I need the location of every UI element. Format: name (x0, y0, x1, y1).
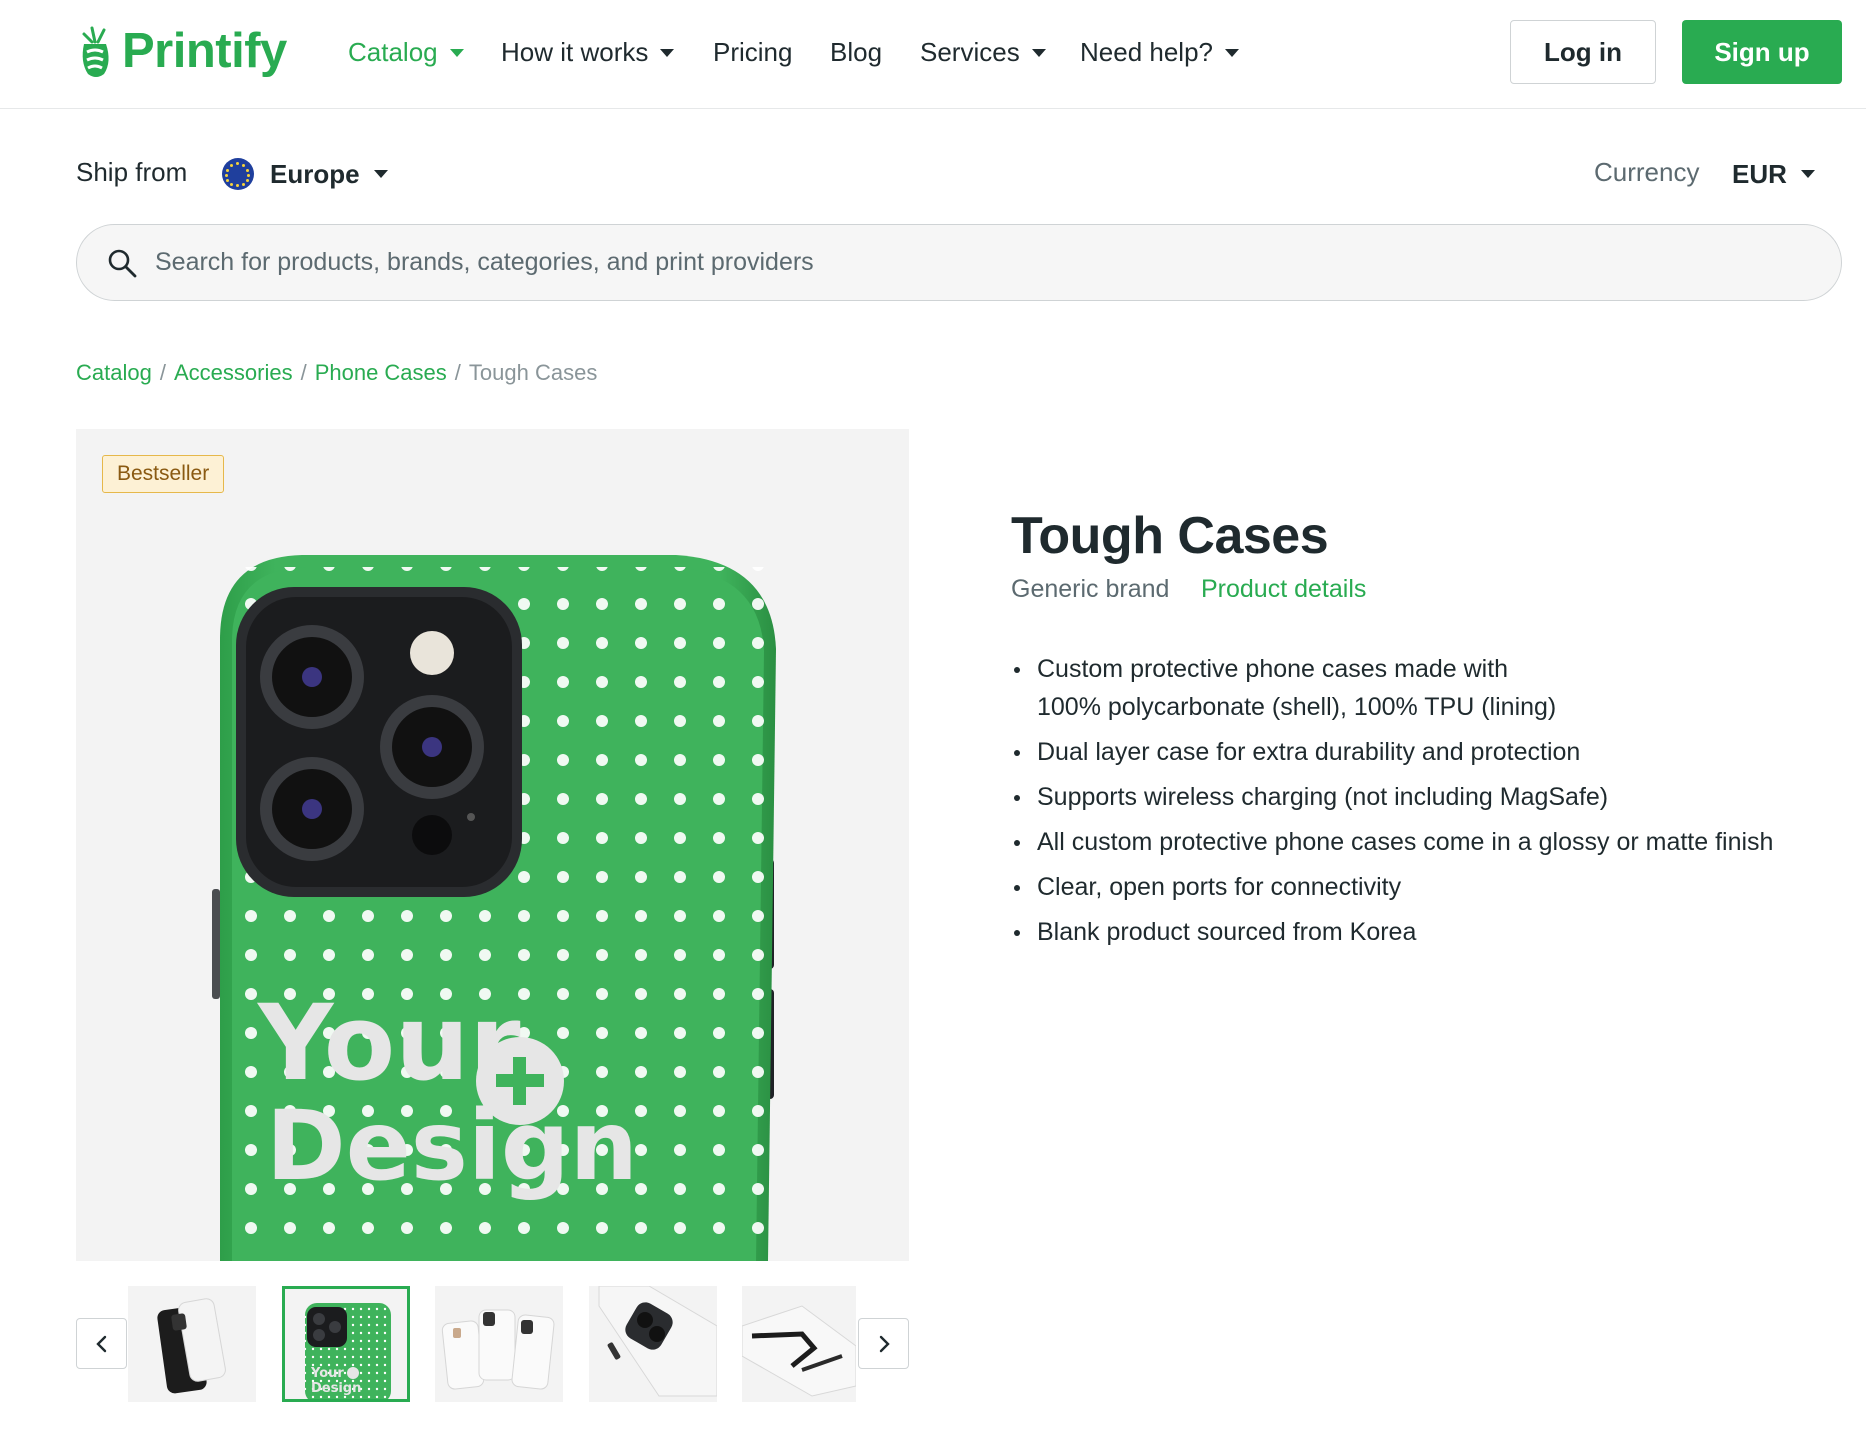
thumbnail-image (598, 1286, 717, 1397)
breadcrumb: Catalog / Accessories / Phone Cases / To… (76, 360, 597, 386)
chevron-down-icon (660, 49, 675, 57)
thumbnail-4[interactable] (589, 1286, 717, 1402)
thumbnail-image: Your Design (305, 1303, 391, 1399)
currency-select[interactable]: EUR (1732, 154, 1815, 194)
feature-item: Clear, open ports for connectivity (1011, 868, 1831, 906)
feature-item: Supports wireless charging (not includin… (1011, 778, 1831, 816)
breadcrumb-separator: / (454, 360, 461, 385)
thumbnail-3[interactable] (435, 1286, 563, 1402)
chevron-left-icon (95, 1335, 106, 1352)
thumbnail-image (157, 1298, 226, 1394)
thumbnail-image (742, 1305, 856, 1397)
currency-value: EUR (1732, 158, 1787, 189)
breadcrumb-current: Tough Cases (468, 360, 598, 385)
nav-blog[interactable]: Blog (830, 30, 882, 74)
chevron-down-icon (1225, 49, 1239, 57)
nav-pricing[interactable]: Pricing (713, 30, 792, 74)
feature-item: All custom protective phone cases come i… (1011, 823, 1831, 861)
chevron-down-icon (1800, 170, 1815, 178)
ship-from-label: Ship from (76, 157, 188, 187)
thumb-overlay-line1: Your (310, 1366, 344, 1381)
nav-how-it-works-label: How it works (501, 36, 649, 67)
breadcrumb-phone-cases[interactable]: Phone Cases (315, 360, 447, 386)
breadcrumb-separator: / (159, 360, 166, 385)
feature-text: Supports wireless charging (not includin… (1037, 783, 1609, 811)
thumbnail-2[interactable]: Your Design (282, 1286, 410, 1402)
chevron-right-icon (879, 1335, 890, 1352)
nav-how-it-works[interactable]: How it works (501, 30, 675, 74)
nav-pricing-label: Pricing (713, 36, 793, 67)
thumbnail-next-button[interactable] (858, 1318, 909, 1369)
breadcrumb-separator: / (300, 360, 307, 385)
printify-logo[interactable]: Printify (76, 22, 287, 80)
nav-catalog[interactable]: Catalog (348, 30, 464, 74)
product-details-link[interactable]: Product details (1201, 575, 1366, 604)
nav-catalog-label: Catalog (348, 36, 438, 67)
product-main-image[interactable]: Your Design Bestseller (76, 429, 909, 1261)
signup-button[interactable]: Sign up (1682, 20, 1842, 84)
nav-services-label: Services (920, 36, 1020, 67)
feature-item: Custom protective phone cases made with … (1011, 650, 1571, 726)
feature-text: Custom protective phone cases made with … (1037, 655, 1557, 721)
logo-text: Printify (122, 24, 287, 78)
currency-label: Currency (1594, 157, 1700, 187)
search-input[interactable] (155, 248, 1755, 277)
feature-item: Dual layer case for extra durability and… (1011, 733, 1831, 771)
nav-blog-label: Blog (830, 36, 883, 67)
product-brand: Generic brand (1011, 575, 1170, 603)
feature-item: Blank product sourced from Korea (1011, 913, 1831, 951)
thumbnail-image (441, 1309, 555, 1390)
feature-text: Dual layer case for extra durability and… (1037, 738, 1581, 766)
breadcrumb-accessories[interactable]: Accessories (174, 360, 293, 386)
thumbnail-1[interactable] (128, 1286, 256, 1402)
chevron-down-icon (373, 170, 388, 178)
nav-need-help-label: Need help? (1080, 36, 1213, 67)
login-button[interactable]: Log in (1510, 20, 1656, 84)
chevron-down-icon (1031, 49, 1046, 57)
eu-flag-icon (222, 158, 254, 190)
feature-text: Clear, open ports for connectivity (1037, 873, 1402, 901)
thumb-overlay-line2: Design (311, 1381, 361, 1396)
breadcrumb-catalog[interactable]: Catalog (76, 360, 152, 386)
chevron-down-icon (449, 49, 464, 57)
search-icon (108, 249, 137, 277)
thumbnail-5[interactable] (742, 1286, 856, 1402)
ship-from-select[interactable]: Europe (222, 154, 388, 194)
search-bar[interactable] (76, 224, 1842, 301)
feature-text: All custom protective phone cases come i… (1037, 828, 1774, 856)
site-header: Printify Catalog How it works Pricing Bl… (0, 0, 1866, 109)
product-features-list: Custom protective phone cases made with … (1011, 650, 1831, 958)
ship-from-value: Europe (270, 158, 360, 189)
nav-services[interactable]: Services (920, 30, 1046, 74)
main-overlay-line2: Design (266, 1090, 638, 1202)
product-title: Tough Cases (1011, 507, 1329, 565)
printify-logo-icon (82, 26, 109, 77)
bestseller-badge: Bestseller (102, 455, 225, 493)
thumbnail-prev-button[interactable] (76, 1318, 127, 1369)
nav-need-help[interactable]: Need help? (1080, 30, 1239, 74)
phone-case-image: Your Design (212, 555, 776, 1261)
feature-text: Blank product sourced from Korea (1037, 918, 1417, 946)
